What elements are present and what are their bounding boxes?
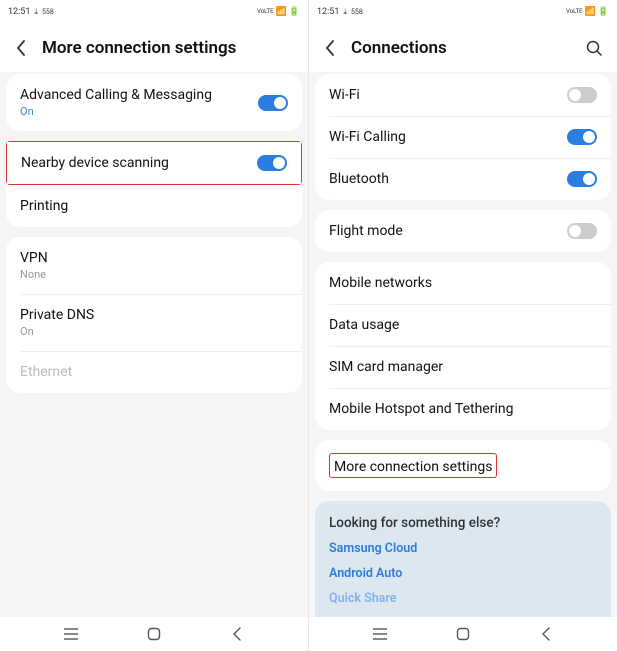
nav-back[interactable] — [228, 625, 246, 643]
status-battery-icon: 🔋 — [289, 7, 300, 17]
status-bar: 12:51 ⤓ 558 VoLTE 📶 🔋 — [309, 0, 617, 24]
toggle-wifi[interactable] — [567, 87, 597, 103]
row-label: Wi-Fi Calling — [329, 129, 406, 145]
row-label: Mobile Hotspot and Tethering — [329, 401, 513, 417]
status-time: 12:51 — [8, 7, 30, 17]
toggle-wifi-calling[interactable] — [567, 129, 597, 145]
settings-card-3: Mobile networks Data usage SIM card mana… — [315, 262, 611, 430]
link-quick-share[interactable]: Quick Share — [329, 591, 597, 606]
link-android-auto[interactable]: Android Auto — [329, 566, 597, 581]
settings-card-2: VPN None Private DNS On Ethernet — [6, 237, 302, 393]
status-battery-icon: 🔋 — [598, 7, 609, 17]
row-advanced-calling[interactable]: Advanced Calling & Messaging On — [6, 74, 302, 131]
row-ethernet: Ethernet — [6, 351, 302, 393]
back-button[interactable] — [14, 41, 28, 55]
status-bar: 12:51 ⤓ 558 VoLTE 📶 🔋 — [0, 0, 308, 24]
row-sub: On — [20, 325, 94, 338]
highlight-more-settings: More connection settings — [329, 453, 497, 478]
row-label: Printing — [20, 198, 68, 214]
status-signal-icon: 📶 — [585, 7, 596, 17]
nav-recents[interactable] — [62, 625, 80, 643]
phone-right: 12:51 ⤓ 558 VoLTE 📶 🔋 Connections Wi-Fi … — [309, 0, 617, 651]
nav-bar — [309, 617, 617, 651]
row-bluetooth[interactable]: Bluetooth — [315, 158, 611, 200]
row-data-usage[interactable]: Data usage — [315, 304, 611, 346]
status-volte-icon: VoLTE — [257, 9, 274, 15]
nav-home[interactable] — [145, 625, 163, 643]
row-private-dns[interactable]: Private DNS On — [6, 294, 302, 351]
row-wifi-calling[interactable]: Wi-Fi Calling — [315, 116, 611, 158]
status-volte-icon: VoLTE — [566, 9, 583, 15]
status-signal-icon: 📶 — [276, 7, 287, 17]
content: Advanced Calling & Messaging On Nearby d… — [0, 72, 308, 617]
row-label: Mobile networks — [329, 275, 432, 291]
row-sim-manager[interactable]: SIM card manager — [315, 346, 611, 388]
row-label: Data usage — [329, 317, 399, 333]
row-label: VPN — [20, 250, 48, 266]
row-label: Flight mode — [329, 223, 403, 239]
settings-card-2: Flight mode — [315, 210, 611, 252]
row-label: Ethernet — [20, 364, 72, 380]
row-mobile-networks[interactable]: Mobile networks — [315, 262, 611, 304]
header: Connections — [309, 24, 617, 72]
row-label: Nearby device scanning — [21, 155, 169, 171]
row-label: Private DNS — [20, 307, 94, 323]
row-label: Wi-Fi — [329, 87, 360, 103]
status-time: 12:51 — [317, 7, 339, 17]
settings-card-1b: Printing — [6, 185, 302, 227]
status-net-icon: ⤓ — [34, 7, 38, 17]
highlight-nearby: Nearby device scanning — [6, 141, 302, 185]
toggle-bluetooth[interactable] — [567, 171, 597, 187]
looking-for-card: Looking for something else? Samsung Clou… — [315, 501, 611, 617]
page-title: More connection settings — [42, 38, 236, 58]
row-sub: On — [20, 105, 212, 118]
settings-card-1: Advanced Calling & Messaging On — [6, 74, 302, 131]
page-title: Connections — [351, 38, 447, 58]
row-printing[interactable]: Printing — [6, 185, 302, 227]
row-flight-mode[interactable]: Flight mode — [315, 210, 611, 252]
row-label: SIM card manager — [329, 359, 443, 375]
row-label: Bluetooth — [329, 171, 389, 187]
row-vpn[interactable]: VPN None — [6, 237, 302, 294]
row-wifi[interactable]: Wi-Fi — [315, 74, 611, 116]
status-net-text: 558 — [42, 8, 54, 16]
row-label: More connection settings — [334, 459, 492, 475]
content: Wi-Fi Wi-Fi Calling Bluetooth Flight mod… — [309, 72, 617, 617]
toggle-nearby-scanning[interactable] — [257, 155, 287, 171]
phone-left: 12:51 ⤓ 558 VoLTE 📶 🔋 More connection se… — [0, 0, 308, 651]
nav-bar — [0, 617, 308, 651]
row-label: Advanced Calling & Messaging — [20, 87, 212, 103]
status-net-icon: ⤓ — [343, 7, 347, 17]
nav-back[interactable] — [537, 625, 555, 643]
search-button[interactable] — [585, 39, 603, 57]
nav-home[interactable] — [454, 625, 472, 643]
link-samsung-cloud[interactable]: Samsung Cloud — [329, 541, 597, 556]
back-button[interactable] — [323, 41, 337, 55]
header: More connection settings — [0, 24, 308, 72]
nav-recents[interactable] — [371, 625, 389, 643]
toggle-flight-mode[interactable] — [567, 223, 597, 239]
looking-title: Looking for something else? — [329, 515, 597, 531]
toggle-advanced-calling[interactable] — [258, 95, 288, 111]
settings-card-1: Wi-Fi Wi-Fi Calling Bluetooth — [315, 74, 611, 200]
row-nearby-scanning[interactable]: Nearby device scanning — [7, 142, 301, 184]
row-hotspot[interactable]: Mobile Hotspot and Tethering — [315, 388, 611, 430]
row-sub: None — [20, 268, 48, 281]
settings-card-4: More connection settings — [315, 440, 611, 491]
status-net-text: 558 — [351, 8, 363, 16]
row-more-connection-settings[interactable]: More connection settings — [315, 440, 611, 491]
